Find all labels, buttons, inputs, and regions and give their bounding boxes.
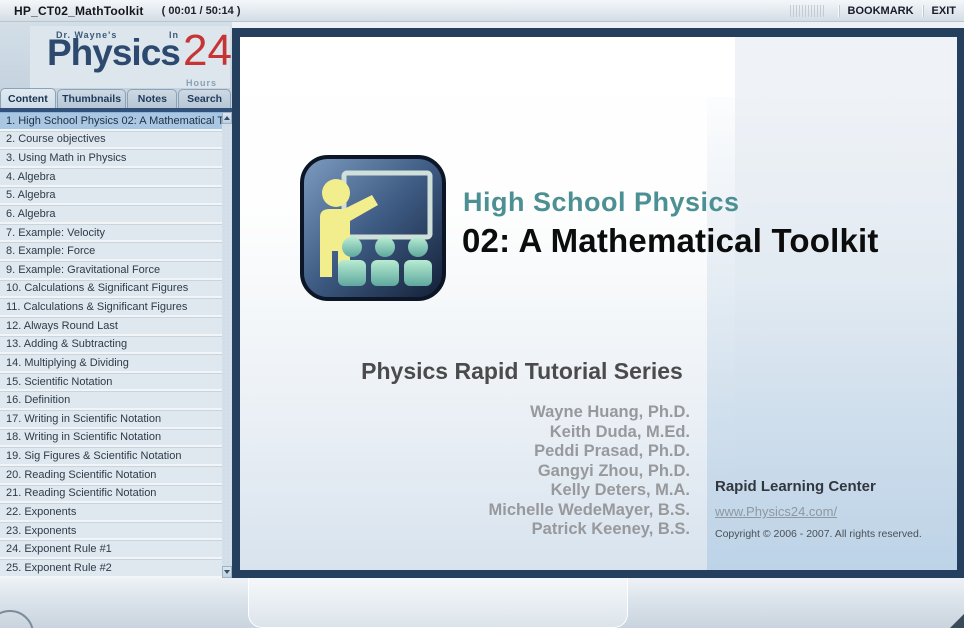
toc-item[interactable]: 15. Scientific Notation (0, 372, 222, 392)
titlebar-separator (921, 5, 924, 17)
toc-item[interactable]: 20. Reading Scientific Notation (0, 465, 222, 485)
toc-item[interactable]: 23. Exponents (0, 521, 222, 541)
author-list: Wayne Huang, Ph.D. Keith Duda, M.Ed. Peddi… (390, 403, 690, 540)
series-heading: High School Physics (463, 187, 740, 217)
toc-item[interactable]: 8. Example: Force (0, 242, 222, 261)
arrow-down-icon (224, 570, 230, 574)
window-title: HP_CT02_MathToolkit (14, 3, 144, 18)
brand-logo: Dr. Wayne's Physics In 24 Hours (0, 22, 232, 88)
logo-number: 24 (183, 26, 232, 75)
course-elapsed-time: ( 00:01 / 50:14 ) (161, 4, 241, 17)
scroll-up-button[interactable] (222, 112, 232, 124)
tab-content[interactable]: Content (0, 88, 56, 108)
series-subtitle: Physics Rapid Tutorial Series (361, 358, 683, 384)
author-line: Michelle WedeMayer, B.S. (488, 500, 690, 519)
toc-item[interactable]: 10. Calculations & Significant Figures (0, 279, 222, 299)
exit-button[interactable]: EXIT (932, 5, 956, 17)
slide-title: 02: A Mathematical Toolkit (462, 222, 879, 259)
slide-canvas: High School Physics 02: A Mathematical T… (240, 37, 957, 570)
toc-item[interactable]: 7. Example: Velocity (0, 223, 222, 243)
table-of-contents: 1. High School Physics 02: A Mathematica… (0, 112, 232, 578)
toc-item[interactable]: 21. Reading Scientific Notation (0, 484, 222, 504)
author-line: Kelly Deters, M.A. (550, 481, 690, 499)
organization-block: Rapid Learning Center www.Physics24.com/… (715, 478, 950, 540)
tab-notes[interactable]: Notes (127, 89, 178, 108)
scroll-down-button[interactable] (222, 566, 232, 578)
logo-in-word: In (169, 30, 179, 40)
teacher-classroom-icon (300, 155, 446, 301)
toc-item[interactable]: 25. Exponent Rule #2 (0, 559, 222, 578)
progress-panel (248, 578, 628, 628)
titlebar-hatch-decoration (789, 5, 824, 17)
author-line: Wayne Huang, Ph.D. (530, 403, 690, 421)
arrow-up-icon (224, 116, 230, 120)
toc-item-list: 1. High School Physics 02: A Mathematica… (0, 112, 222, 578)
slide-frame: High School Physics 02: A Mathematical T… (232, 22, 964, 578)
toc-item[interactable]: 9. Example: Gravitational Force (0, 261, 222, 280)
org-website-link[interactable]: www.Physics24.com/ (715, 504, 837, 519)
toc-item[interactable]: 2. Course objectives (0, 130, 222, 150)
toc-item[interactable]: 16. Definition (0, 391, 222, 410)
toc-item[interactable]: 14. Multiplying & Dividing (0, 354, 222, 373)
playback-bar: SLIDE 1 OF 65 PLAYING 00:01 / 00:05 (0, 578, 964, 628)
toc-item[interactable]: 11. Calculations & Significant Figures (0, 298, 222, 317)
titlebar-separator (837, 5, 840, 17)
resize-grip[interactable] (950, 614, 964, 628)
bookmark-button[interactable]: BOOKMARK (848, 5, 914, 17)
author-line: Keith Duda, M.Ed. (549, 422, 690, 441)
tab-search[interactable]: Search (178, 89, 231, 108)
logo-hours-word: Hours (186, 78, 218, 88)
toc-item[interactable]: 22. Exponents (0, 503, 222, 522)
toc-item[interactable]: 12. Always Round Last (0, 316, 222, 336)
toc-scrollbar[interactable] (222, 112, 232, 578)
sidebar-tabs: Content Thumbnails Notes Search (0, 88, 232, 108)
toc-item[interactable]: 17. Writing in Scientific Notation (0, 410, 222, 429)
toc-item[interactable]: 4. Algebra (0, 167, 222, 187)
author-line: Gangyi Zhou, Ph.D. (537, 461, 690, 480)
frame-top-gap (232, 22, 964, 28)
logo-wordmark: Physics (47, 32, 181, 73)
course-player-window: HP_CT02_MathToolkit ( 00:01 / 50:14 ) BO… (0, 0, 964, 628)
title-bar: HP_CT02_MathToolkit ( 00:01 / 50:14 ) BO… (0, 0, 964, 22)
toc-item[interactable]: 6. Algebra (0, 205, 222, 224)
toc-item[interactable]: 1. High School Physics 02: A Mathematica… (0, 112, 222, 131)
corner-curve-decoration (0, 610, 34, 628)
toc-item[interactable]: 13. Adding & Subtracting (0, 335, 222, 355)
toc-item[interactable]: 18. Writing in Scientific Notation (0, 428, 222, 448)
toc-item[interactable]: 3. Using Math in Physics (0, 149, 222, 168)
toc-item[interactable]: 5. Algebra (0, 186, 222, 206)
toc-item[interactable]: 19. Sig Figures & Scientific Notation (0, 447, 222, 466)
toc-item[interactable]: 24. Exponent Rule #1 (0, 540, 222, 559)
sidebar: Dr. Wayne's Physics In 24 Hours Content … (0, 22, 232, 578)
author-line: Patrick Keeney, B.S. (531, 520, 690, 538)
tab-thumbnails[interactable]: Thumbnails (56, 89, 127, 108)
copyright-text: Copyright © 2006 - 2007. All rights rese… (715, 528, 922, 540)
org-name: Rapid Learning Center (715, 478, 876, 495)
author-line: Peddi Prasad, Ph.D. (534, 442, 690, 460)
